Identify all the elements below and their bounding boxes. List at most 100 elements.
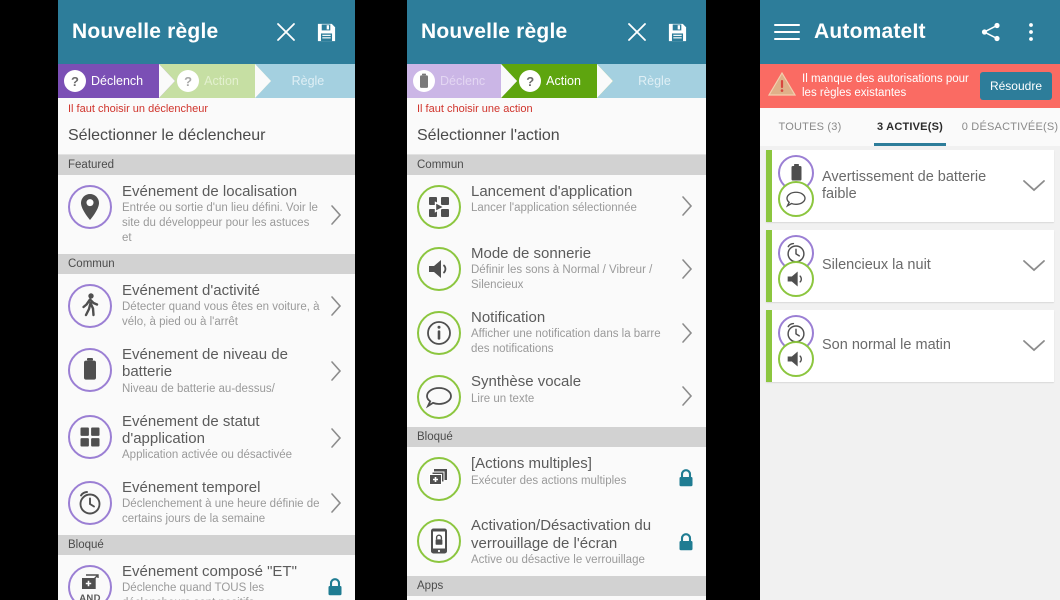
list-item-body: Evénement d'activité Détecter quand vous…	[122, 282, 325, 330]
rule-card[interactable]: Avertissement de batterie faible	[766, 150, 1054, 222]
list-item-title: Synthèse vocale	[471, 373, 582, 391]
step-action[interactable]: ? Action	[159, 64, 271, 98]
list-item[interactable]: Evénement de niveau de batterie Niveau d…	[58, 338, 355, 405]
step-trigger[interactable]: Déclenc	[407, 64, 518, 98]
list-item[interactable]: Evénement de statut d'application Applic…	[58, 404, 355, 472]
rules-card-list: Avertissement de batterie faible Silenci…	[760, 146, 1060, 600]
close-icon[interactable]	[622, 17, 652, 47]
alarm-clock-icon	[68, 481, 112, 526]
close-icon[interactable]	[271, 17, 301, 47]
chevron-down-icon[interactable]	[1014, 339, 1054, 353]
step-label: Déclenc	[440, 74, 486, 88]
step-badge: ?	[64, 70, 86, 92]
chevron-right-icon[interactable]	[676, 258, 698, 280]
chevron-down-icon[interactable]	[1014, 179, 1054, 193]
list-item[interactable]: AND Evénement composé "ET" Déclenche qua…	[58, 555, 355, 600]
chevron-right-icon[interactable]	[325, 492, 347, 514]
list-item-subtitle: Entrée ou sortie d'un lieu défini. Voir …	[122, 202, 318, 245]
resolve-button[interactable]: Résoudre	[979, 72, 1052, 100]
list-item[interactable]: Lancement d'application Lancer l'applica…	[407, 595, 706, 600]
list-item-title: Activation/Désactivation du verrouillage…	[471, 517, 652, 552]
step-label: Règle	[638, 74, 671, 88]
step-notch-shape	[596, 64, 613, 98]
group-header: Featured	[58, 155, 355, 175]
chevron-right-icon[interactable]	[676, 322, 698, 344]
list-item[interactable]: Evénement de localisation Entrée ou sort…	[58, 175, 355, 255]
list-item-body: Evénement temporel Déclenchement à une h…	[122, 479, 325, 527]
save-icon[interactable]	[662, 17, 692, 47]
overflow-menu-icon[interactable]	[1016, 17, 1046, 47]
info-icon	[417, 311, 461, 356]
lock-icon	[323, 577, 347, 597]
list-item-title: Evénement de statut d'application	[122, 412, 260, 447]
appbar-trigger: Nouvelle règle	[58, 0, 355, 64]
trigger-list: Featured Evénement de localisation Entré…	[58, 155, 355, 600]
step-rule[interactable]: Règle	[254, 64, 355, 98]
step-action[interactable]: ? Action	[501, 64, 613, 98]
rule-icon-pair	[774, 313, 822, 379]
save-icon[interactable]	[311, 17, 341, 47]
chevron-right-icon[interactable]	[325, 360, 347, 382]
phone-lock-icon	[417, 519, 461, 564]
step-badge: ?	[177, 70, 200, 92]
rule-card[interactable]: Son normal le matin	[766, 310, 1054, 382]
list-item[interactable]: [Actions multiples] Exécuter des actions…	[407, 447, 706, 510]
panel-rules-list: AutomateIt Il manque des autorisations p…	[760, 0, 1060, 600]
group-header: Commun	[58, 254, 355, 275]
action-list: Commun Lancement d'application Lancer l'…	[407, 155, 706, 600]
list-item[interactable]: Activation/Désactivation du verrouillage…	[407, 509, 706, 576]
page-title: Nouvelle règle	[72, 20, 219, 43]
chevron-right-icon[interactable]	[325, 295, 347, 317]
list-item-body: Activation/Désactivation du verrouillage…	[471, 517, 674, 567]
chevron-right-icon[interactable]	[676, 385, 698, 407]
rule-card[interactable]: Silencieux la nuit	[766, 230, 1054, 302]
group-header: Bloqué	[407, 427, 706, 448]
speaker-icon	[778, 261, 814, 297]
list-item[interactable]: Evénement d'activité Détecter quand vous…	[58, 274, 355, 339]
step-notch-shape	[254, 64, 271, 98]
error-message: Il faut choisir un déclencheur	[58, 98, 355, 119]
appbar-action: Nouvelle règle	[407, 0, 706, 64]
share-icon[interactable]	[976, 17, 1006, 47]
list-item-subtitle: Déclenche quand TOUS les déclencheurs so…	[122, 582, 265, 600]
rule-icon-pair	[774, 153, 822, 219]
list-item-body: [Actions multiples] Exécuter des actions…	[471, 455, 674, 488]
list-item[interactable]: Mode de sonnerie Définir les sons à Norm…	[407, 237, 706, 302]
chevron-right-icon[interactable]	[325, 427, 347, 449]
list-item-body: Evénement de localisation Entrée ou sort…	[122, 183, 325, 246]
list-item-body: Mode de sonnerie Définir les sons à Norm…	[471, 245, 676, 293]
lock-icon	[674, 532, 698, 552]
list-item-subtitle: Détecter quand vous êtes en voiture, à v…	[122, 301, 320, 329]
step-trigger[interactable]: ? Déclench	[58, 64, 176, 98]
list-item[interactable]: Notification Afficher une notification d…	[407, 301, 706, 366]
list-item-title: [Actions multiples]	[471, 455, 592, 473]
chevron-right-icon[interactable]	[676, 195, 698, 217]
tab-disabled[interactable]: 0 DÉSACTIVÉE(S)	[960, 108, 1060, 146]
screenshot-stage: Nouvelle règle ? Déclench ? Action Règle…	[0, 0, 1060, 600]
walking-person-icon	[68, 284, 112, 329]
tab-all[interactable]: TOUTES (3)	[760, 108, 860, 146]
tab-active[interactable]: 3 ACTIVE(S)	[860, 108, 960, 146]
list-item-title: Evénement de niveau de batterie	[122, 346, 288, 381]
breadcrumb-steps-trigger: ? Déclench ? Action Règle	[58, 64, 355, 98]
warning-text: Il manque des autorisations pour les règ…	[802, 72, 969, 99]
multi-action-icon	[417, 457, 461, 502]
list-item-body: Evénement de statut d'application Applic…	[122, 413, 325, 463]
location-pin-icon	[68, 185, 112, 229]
warning-triangle-icon	[767, 71, 797, 102]
step-rule[interactable]: Règle	[596, 64, 706, 98]
list-item-body: Evénement composé "ET" Déclenche quand T…	[122, 563, 323, 600]
list-item[interactable]: Synthèse vocale Lire un texte	[407, 365, 706, 428]
panel-new-rule-action: Nouvelle règle Déclenc ? Action Règle Il…	[407, 0, 706, 600]
chevron-right-icon[interactable]	[325, 204, 347, 226]
rules-tabs: TOUTES (3) 3 ACTIVE(S) 0 DÉSACTIVÉE(S)	[760, 108, 1060, 146]
hamburger-menu-icon[interactable]	[774, 17, 800, 47]
list-item-subtitle: Active ou désactive le verrouillage	[471, 553, 645, 566]
list-item[interactable]: Evénement temporel Déclenchement à une h…	[58, 471, 355, 536]
chevron-down-icon[interactable]	[1014, 259, 1054, 273]
breadcrumb-steps-action: Déclenc ? Action Règle	[407, 64, 706, 98]
list-item-title: Evénement temporel	[122, 479, 261, 497]
list-item[interactable]: Lancement d'application Lancer l'applica…	[407, 175, 706, 237]
rule-title: Son normal le matin	[822, 337, 951, 354]
panel-new-rule-trigger: Nouvelle règle ? Déclench ? Action Règle…	[58, 0, 355, 600]
